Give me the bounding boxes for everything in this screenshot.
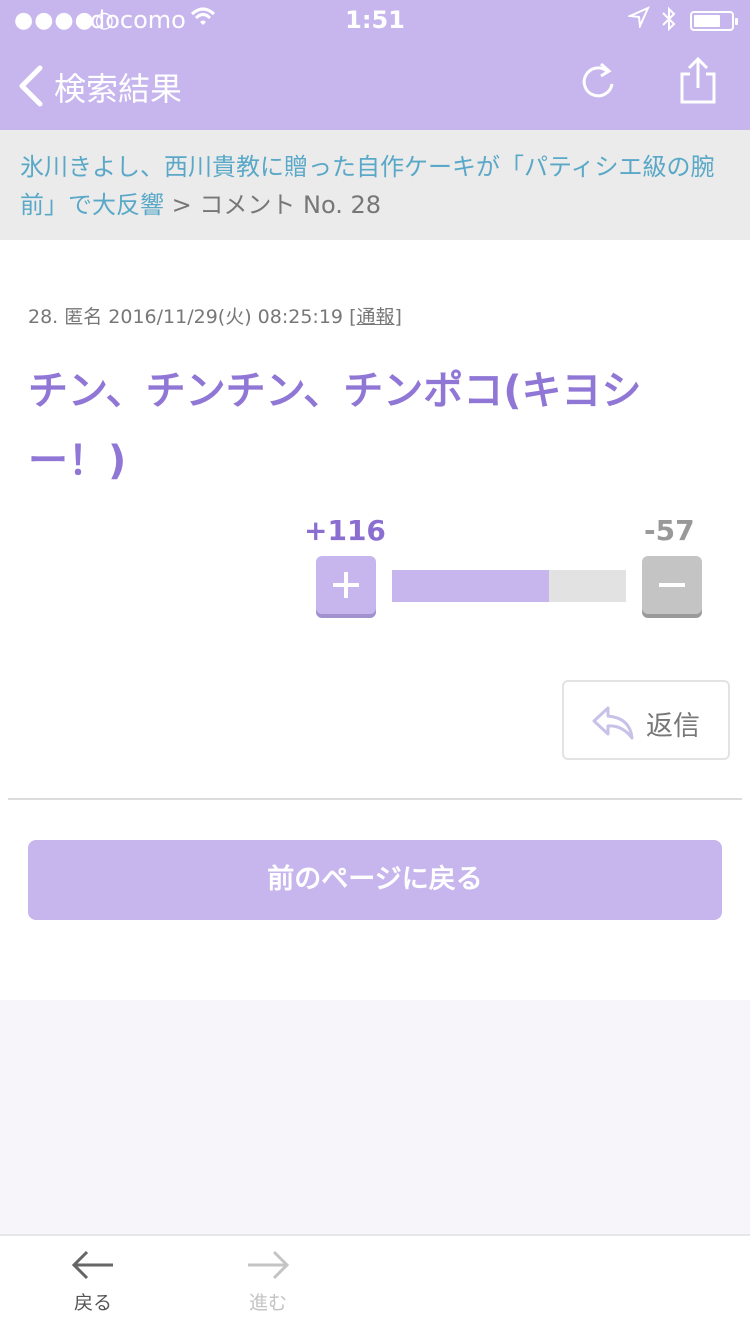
comment-meta: 28. 匿名 2016/11/29(火) 08:25:19 [通報] xyxy=(28,302,402,329)
share-icon[interactable] xyxy=(676,56,720,106)
nav-back-title[interactable]: 検索結果 xyxy=(54,64,182,110)
minus-icon xyxy=(659,583,685,587)
chevron-left-icon[interactable] xyxy=(16,64,46,108)
breadcrumb-separator: > xyxy=(171,191,192,219)
toolbar-forward-button[interactable]: 進む xyxy=(223,1250,313,1315)
reply-icon xyxy=(590,702,636,742)
breadcrumb: 氷川きよし、西川貴教に贈った自作ケーキが「パティシエ級の腕前」で大反響 > コメ… xyxy=(0,130,750,240)
comment-card: 28. 匿名 2016/11/29(火) 08:25:19 [通報] チン、チン… xyxy=(0,240,750,1000)
divider xyxy=(8,798,742,800)
vote-ratio-bar xyxy=(392,570,626,602)
toolbar-forward-label: 進む xyxy=(248,1292,287,1314)
vote-ratio-fill xyxy=(392,570,549,602)
reply-label: 返信 xyxy=(646,711,700,742)
report-bracket-close: ] xyxy=(394,306,402,328)
plus-count: +116 xyxy=(304,514,386,547)
arrow-right-icon xyxy=(248,1250,290,1280)
reply-button[interactable]: 返信 xyxy=(562,680,730,760)
minus-count: -57 xyxy=(644,514,695,547)
plus-icon xyxy=(333,572,359,598)
status-bar: ●●●●○ docomo 1:51 xyxy=(0,0,750,40)
location-icon xyxy=(626,6,650,34)
toolbar-back-button[interactable]: 戻る xyxy=(48,1250,138,1315)
breadcrumb-current: コメント No. 28 xyxy=(199,191,382,219)
report-link[interactable]: 通報 xyxy=(356,306,394,328)
plus-vote-button[interactable] xyxy=(316,556,376,614)
bluetooth-icon xyxy=(660,6,678,38)
comment-meta-text: 28. 匿名 2016/11/29(火) 08:25:19 xyxy=(28,306,344,328)
battery-icon xyxy=(690,11,738,31)
toolbar-back-label: 戻る xyxy=(73,1292,112,1314)
nav-bar: 検索結果 xyxy=(0,40,750,130)
back-to-previous-page-button[interactable]: 前のページに戻る xyxy=(28,840,722,920)
bottom-toolbar: 戻る 進む xyxy=(0,1234,750,1334)
battery-level xyxy=(694,15,720,27)
reload-icon[interactable] xyxy=(578,60,620,104)
top-header: ●●●●○ docomo 1:51 検索結果 xyxy=(0,0,750,130)
minus-vote-button[interactable] xyxy=(642,556,702,614)
arrow-left-icon xyxy=(71,1250,113,1280)
comment-body: チン、チンチン、チンポコ(キヨシー！) xyxy=(28,368,642,484)
